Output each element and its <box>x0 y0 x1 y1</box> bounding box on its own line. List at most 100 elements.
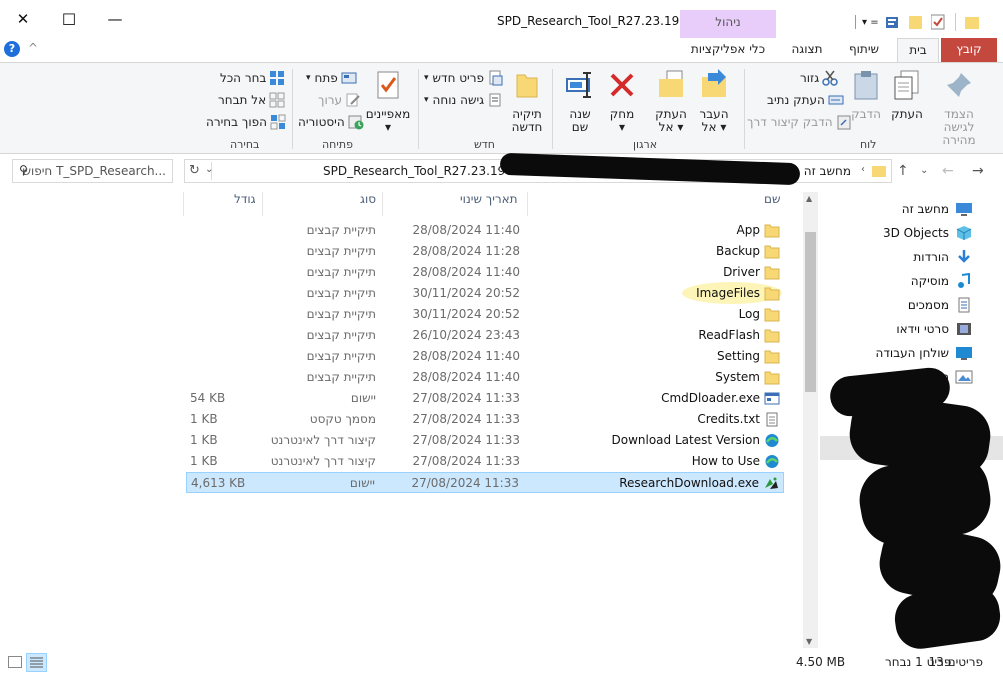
folder-icon <box>764 223 780 238</box>
table-row[interactable]: Backup 28/08/2024 11:28 תיקיית קבצים <box>186 241 784 262</box>
table-row[interactable]: App 28/08/2024 11:40 תיקיית קבצים <box>186 220 784 241</box>
copy-to-button[interactable]: העתק אל ▾ <box>652 69 690 134</box>
file-date: 30/11/2024 20:52 <box>412 286 520 300</box>
nav-item[interactable]: מוסיקה <box>911 270 973 292</box>
tab-view[interactable]: תצוגה <box>784 38 830 62</box>
easy-access-button[interactable]: גישה נוחה ▾ <box>424 91 503 109</box>
table-row[interactable]: ResearchDownload.exe 27/08/2024 11:33 יישו… <box>186 472 784 493</box>
scroll-up-icon[interactable]: ▲ <box>806 194 812 203</box>
table-row[interactable]: Download Latest Version 27/08/2024 11:33 ק… <box>186 430 784 451</box>
table-row[interactable]: Credits.txt 27/08/2024 11:33 מסמך טקסט 1 KB <box>186 409 784 430</box>
nav-item[interactable]: מחשב זה <box>902 198 973 220</box>
file-date: 28/08/2024 11:40 <box>412 370 520 384</box>
edit-button[interactable]: ערוך <box>318 91 361 109</box>
delete-button[interactable]: מחק ▾ <box>604 69 640 134</box>
table-row[interactable]: How to Use 27/08/2024 11:33 קיצור דרך לאינ… <box>186 451 784 472</box>
breadcrumb-current[interactable]: SPD_Research_Tool_R27.23.1902 <box>323 164 521 178</box>
up-arrow-icon[interactable]: ↑ <box>897 163 909 179</box>
maximize-button[interactable]: ☐ <box>46 0 92 38</box>
move-to-button[interactable]: העבר אל ▾ <box>696 69 732 134</box>
selection-info: פריט 1 נבחר <box>885 655 952 669</box>
collapse-ribbon-icon[interactable]: ^ <box>28 41 38 55</box>
properties-icon[interactable] <box>885 14 901 30</box>
tab-home[interactable]: בית <box>897 38 939 62</box>
pin-quick-access-button[interactable]: הצמד לגישה מהירה <box>928 69 990 147</box>
file-name: CmdDloader.exe <box>661 391 760 405</box>
nav-item[interactable]: מסמכים <box>908 294 973 316</box>
select-all-button[interactable]: בחר הכל <box>220 69 285 87</box>
large-icons-view-button[interactable] <box>8 656 22 668</box>
edit-pencil-icon <box>346 93 360 107</box>
history-icon <box>348 115 364 130</box>
select-none-button[interactable]: אל תבחר <box>218 91 285 109</box>
tab-share[interactable]: שיתוף <box>838 38 890 62</box>
file-explorer-window: ✕ ☐ — SPD_Research_Tool_R27.23.1902 ניהו… <box>0 0 1003 677</box>
copy-path-button[interactable]: העתק נתיב <box>767 91 844 109</box>
column-header-date[interactable]: תאריך שינוי <box>460 192 518 214</box>
file-date: 26/10/2024 23:43 <box>412 328 520 342</box>
customize-qat-icon[interactable]: ▾ = <box>862 17 879 28</box>
file-name: Log <box>738 307 760 321</box>
new-folder-button[interactable]: תיקיה חדשה <box>508 69 546 134</box>
nav-item[interactable]: הורדות <box>913 246 973 268</box>
table-row[interactable]: Log 30/11/2024 20:52 תיקיית קבצים <box>186 304 784 325</box>
details-view-button[interactable] <box>26 653 47 672</box>
vertical-scrollbar[interactable]: ▲ ▼ <box>803 192 818 648</box>
breadcrumb-root[interactable]: מחשב זה <box>804 164 851 178</box>
scrollbar-thumb[interactable] <box>805 232 816 392</box>
column-header-name[interactable]: שם <box>764 192 780 214</box>
address-dropdown-icon[interactable]: ⌄ <box>205 164 213 175</box>
column-header-size[interactable]: גודל <box>234 192 256 214</box>
paste-button[interactable]: הדבק <box>848 69 884 121</box>
table-row[interactable]: ImageFiles 30/11/2024 20:52 תיקיית קבצים <box>186 283 784 304</box>
refresh-icon[interactable]: ↻ <box>189 163 200 178</box>
column-header-type[interactable]: סוג <box>360 192 376 214</box>
search-input[interactable]: ⚲ חיפוש T_SPD_Research... <box>12 159 173 183</box>
file-size: 1 KB <box>190 454 218 468</box>
recent-locations-icon[interactable]: ⌄ <box>920 165 928 176</box>
paste-shortcut-button[interactable]: הדבק קיצור דרך <box>747 113 852 131</box>
close-button[interactable]: ✕ <box>0 0 46 38</box>
scroll-down-icon[interactable]: ▼ <box>806 637 812 646</box>
move-to-icon <box>702 69 726 97</box>
tab-app-tools[interactable]: כלי אפליקציות <box>680 38 776 62</box>
pin-separator-icon <box>855 15 856 29</box>
table-row[interactable]: Driver 28/08/2024 11:40 תיקיית קבצים <box>186 262 784 283</box>
nav-item[interactable]: 3D Objects <box>883 222 973 244</box>
nav-item[interactable]: שולחן העבודה <box>876 342 973 364</box>
help-icon[interactable]: ? <box>4 41 20 57</box>
back-arrow-icon[interactable]: → <box>972 163 984 179</box>
file-name: ImageFiles <box>696 286 760 300</box>
tab-file[interactable]: קובץ <box>941 38 997 62</box>
forward-arrow-icon[interactable]: ← <box>942 163 954 179</box>
file-size: 54 KB <box>190 391 226 405</box>
checkmark-qat-icon[interactable] <box>930 14 945 30</box>
folder-icon <box>764 265 780 280</box>
rename-icon <box>566 72 591 98</box>
folder-icon <box>764 328 780 343</box>
table-row[interactable]: ReadFlash 26/10/2024 23:43 תיקיית קבצים <box>186 325 784 346</box>
file-date: 30/11/2024 20:52 <box>412 307 520 321</box>
open-button[interactable]: פתח ▾ <box>306 69 357 87</box>
table-row[interactable]: System 28/08/2024 11:40 תיקיית קבצים <box>186 367 784 388</box>
history-button[interactable]: היסטוריה <box>298 113 364 131</box>
close-icon: ✕ <box>16 10 30 28</box>
cut-button[interactable]: גזור <box>800 69 838 87</box>
file-size: 1 KB <box>190 412 218 426</box>
table-row[interactable]: Setting 28/08/2024 11:40 תיקיית קבצים <box>186 346 784 367</box>
copy-button[interactable]: העתק <box>888 69 926 121</box>
new-folder-qat-icon[interactable] <box>908 14 923 30</box>
file-date: 28/08/2024 11:40 <box>412 223 520 237</box>
group-label-open: פתיחה <box>322 138 353 151</box>
minimize-button[interactable]: — <box>92 0 138 38</box>
file-date: 27/08/2024 11:33 <box>412 391 520 405</box>
file-type: מסמך טקסט <box>309 412 376 426</box>
properties-button[interactable]: מאפיינים ▾ <box>364 69 412 134</box>
table-row[interactable]: CmdDloader.exe 27/08/2024 11:33 יישום 54 KB <box>186 388 784 409</box>
file-name: Driver <box>723 265 760 279</box>
rename-button[interactable]: שנה שם <box>562 69 598 134</box>
invert-selection-button[interactable]: הפוך בחירה <box>206 113 286 131</box>
new-item-button[interactable]: פריט חדש ▾ <box>424 69 503 87</box>
nav-item[interactable]: סרטי וידאו <box>896 318 973 340</box>
easy-access-icon <box>489 93 501 107</box>
